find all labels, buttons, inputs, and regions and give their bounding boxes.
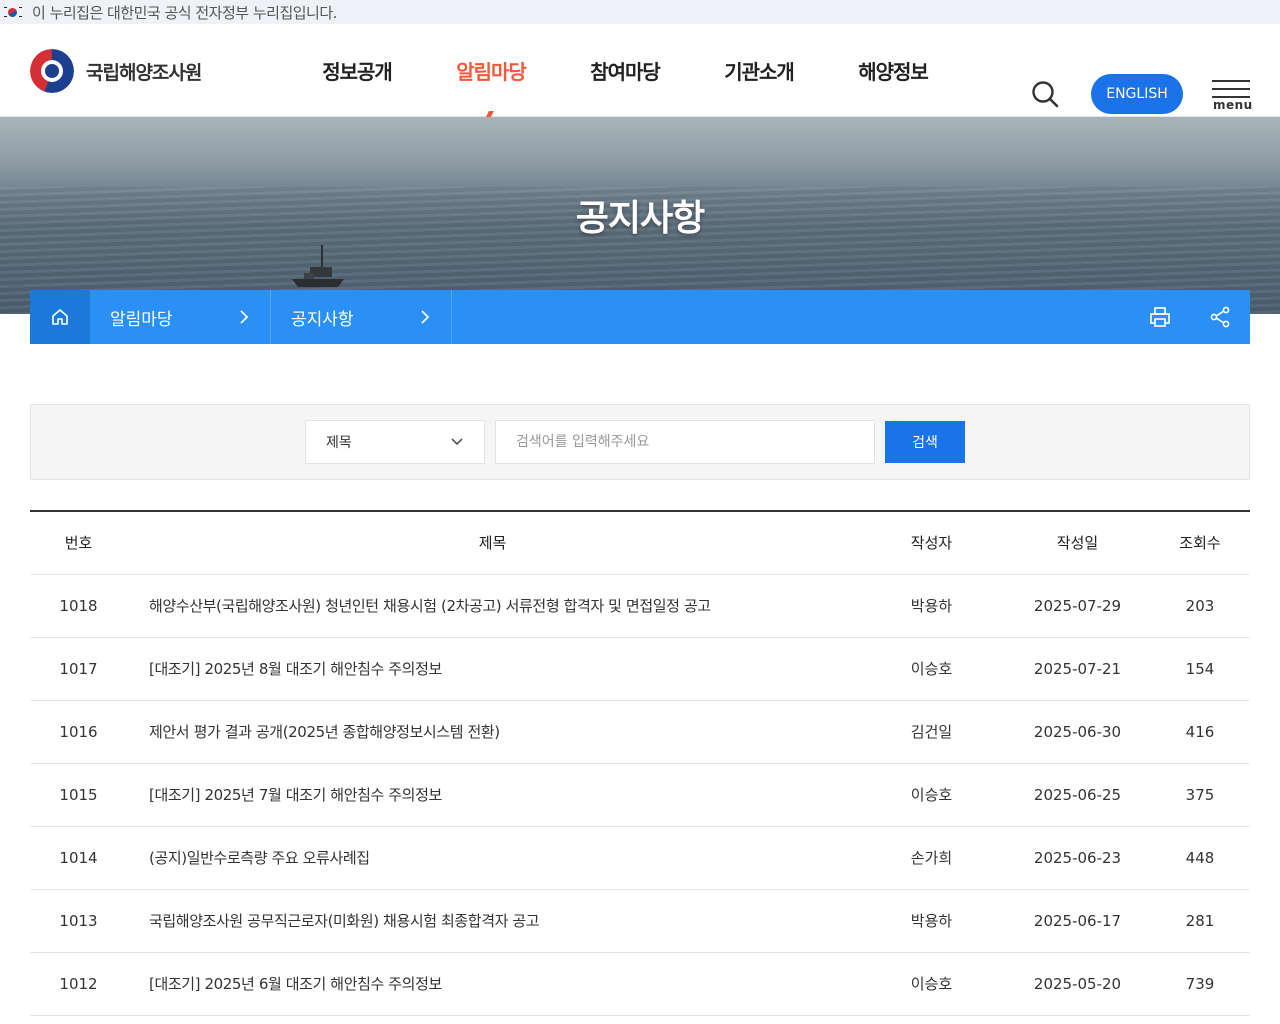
row-date: 2025-06-30 bbox=[1005, 700, 1150, 764]
row-author: 박용하 bbox=[858, 889, 1005, 953]
row-title-cell: 해양수산부(국립해양조사원) 청년인턴 채용시험 (2차공고) 서류전형 합격자… bbox=[127, 574, 858, 638]
gov-banner-text: 이 누리집은 대한민국 공식 전자정부 누리집입니다. bbox=[32, 3, 337, 22]
row-title-link[interactable]: [대조기] 2025년 7월 대조기 해안침수 주의정보 bbox=[149, 786, 442, 804]
row-date: 2025-06-17 bbox=[1005, 889, 1150, 953]
row-date: 2025-05-20 bbox=[1005, 952, 1150, 1016]
row-title-cell: 국립해양조사원 공무직근로자(미화원) 채용시험 최종합격자 공고 bbox=[127, 889, 858, 953]
search-field-select[interactable]: 제목 bbox=[305, 420, 485, 464]
row-date: 2025-07-21 bbox=[1005, 637, 1150, 701]
table-row: 1012 [대조기] 2025년 6월 대조기 해안침수 주의정보 이승호 20… bbox=[30, 952, 1250, 1016]
row-author: 이승호 bbox=[858, 952, 1005, 1016]
row-title-link[interactable]: 국립해양조사원 공무직근로자(미화원) 채용시험 최종합격자 공고 bbox=[149, 912, 540, 930]
nav-item-info-disclosure[interactable]: 정보공개 bbox=[290, 24, 424, 117]
table-header-row: 번호 제목 작성자 작성일 조회수 bbox=[30, 511, 1250, 575]
row-views: 739 bbox=[1150, 952, 1250, 1016]
table-row: 1015 [대조기] 2025년 7월 대조기 해안침수 주의정보 이승호 20… bbox=[30, 763, 1250, 827]
row-views: 281 bbox=[1150, 889, 1250, 953]
chevron-down-icon bbox=[240, 310, 249, 324]
site-header: 국립해양조사원 정보공개 알림마당 참여마당 기관소개 해양정보 ENGLISH… bbox=[0, 24, 1280, 123]
gov-banner: 이 누리집은 대한민국 공식 전자정부 누리집입니다. bbox=[0, 0, 1280, 24]
row-number: 1015 bbox=[30, 763, 127, 827]
korea-flag-icon bbox=[4, 5, 22, 19]
table-row: 1017 [대조기] 2025년 8월 대조기 해안침수 주의정보 이승호 20… bbox=[30, 637, 1250, 701]
row-title-link[interactable]: [대조기] 2025년 8월 대조기 해안침수 주의정보 bbox=[149, 660, 442, 678]
column-header-date: 작성일 bbox=[1005, 511, 1150, 575]
menu-button[interactable]: menu bbox=[1210, 78, 1253, 114]
table-row: 1014 (공지)일반수로측량 주요 오류사례집 손가희 2025-06-23 … bbox=[30, 826, 1250, 890]
row-author: 박용하 bbox=[858, 574, 1005, 638]
row-title-link[interactable]: [대조기] 2025년 6월 대조기 해안침수 주의정보 bbox=[149, 975, 442, 993]
menu-label: menu bbox=[1213, 98, 1253, 112]
table-row: 1016 제안서 평가 결과 공개(2025년 종합해양정보시스템 전환) 김건… bbox=[30, 700, 1250, 764]
share-icon[interactable] bbox=[1190, 290, 1250, 344]
row-number: 1014 bbox=[30, 826, 127, 890]
row-author: 이승호 bbox=[858, 763, 1005, 827]
row-date: 2025-06-23 bbox=[1005, 826, 1150, 890]
row-date: 2025-06-25 bbox=[1005, 763, 1150, 827]
gov-emblem-icon bbox=[30, 49, 74, 93]
row-views: 375 bbox=[1150, 763, 1250, 827]
column-header-title: 제목 bbox=[127, 511, 858, 575]
column-header-author: 작성자 bbox=[858, 511, 1005, 575]
logo-text: 국립해양조사원 bbox=[86, 61, 202, 84]
column-header-views: 조회수 bbox=[1150, 511, 1250, 575]
nav-item-label: 알림마당 bbox=[456, 60, 527, 84]
english-button[interactable]: ENGLISH bbox=[1091, 74, 1183, 114]
row-views: 448 bbox=[1150, 826, 1250, 890]
breadcrumb-item-notices[interactable]: 공지사항 bbox=[271, 290, 452, 344]
table-row: 1018 해양수산부(국립해양조사원) 청년인턴 채용시험 (2차공고) 서류전… bbox=[30, 574, 1250, 638]
row-author: 김건일 bbox=[858, 700, 1005, 764]
notice-table: 번호 제목 작성자 작성일 조회수 1018 해양수산부(국립해양조사원) 청년… bbox=[30, 510, 1250, 1016]
search-icon[interactable] bbox=[1030, 79, 1060, 109]
row-number: 1017 bbox=[30, 637, 127, 701]
table-row: 1013 국립해양조사원 공무직근로자(미화원) 채용시험 최종합격자 공고 박… bbox=[30, 889, 1250, 953]
row-title-link[interactable]: 해양수산부(국립해양조사원) 청년인턴 채용시험 (2차공고) 서류전형 합격자… bbox=[149, 597, 711, 615]
chevron-down-icon bbox=[421, 310, 430, 324]
row-title-link[interactable]: (공지)일반수로측량 주요 오류사례집 bbox=[149, 849, 370, 867]
search-field-value: 제목 bbox=[326, 435, 352, 451]
print-icon[interactable] bbox=[1130, 290, 1190, 344]
row-author: 이승호 bbox=[858, 637, 1005, 701]
row-title-cell: [대조기] 2025년 7월 대조기 해안침수 주의정보 bbox=[127, 763, 858, 827]
row-number: 1013 bbox=[30, 889, 127, 953]
boat-image bbox=[292, 245, 344, 287]
search-input[interactable] bbox=[495, 420, 875, 464]
hero-banner: 공지사항 bbox=[0, 117, 1280, 314]
row-number: 1018 bbox=[30, 574, 127, 638]
row-title-cell: [대조기] 2025년 6월 대조기 해안침수 주의정보 bbox=[127, 952, 858, 1016]
board-search-form: 제목 검색 bbox=[30, 404, 1250, 480]
chevron-down-icon bbox=[451, 438, 463, 446]
breadcrumb-label: 알림마당 bbox=[110, 309, 173, 330]
row-title-link[interactable]: 제안서 평가 결과 공개(2025년 종합해양정보시스템 전환) bbox=[149, 723, 500, 741]
row-views: 416 bbox=[1150, 700, 1250, 764]
breadcrumb-item-notice-board[interactable]: 알림마당 bbox=[90, 290, 271, 344]
row-number: 1016 bbox=[30, 700, 127, 764]
column-header-number: 번호 bbox=[30, 511, 127, 575]
row-views: 154 bbox=[1150, 637, 1250, 701]
home-icon[interactable] bbox=[30, 290, 90, 344]
page-title: 공지사항 bbox=[575, 198, 705, 239]
breadcrumb: 알림마당 공지사항 bbox=[30, 290, 1250, 344]
breadcrumb-label: 공지사항 bbox=[291, 309, 354, 330]
nav-item-about[interactable]: 기관소개 bbox=[692, 24, 826, 117]
row-views: 203 bbox=[1150, 574, 1250, 638]
site-logo[interactable]: 국립해양조사원 bbox=[30, 49, 202, 93]
main-nav: 정보공개 알림마당 참여마당 기관소개 해양정보 bbox=[290, 24, 960, 123]
row-title-cell: 제안서 평가 결과 공개(2025년 종합해양정보시스템 전환) bbox=[127, 700, 858, 764]
row-author: 손가희 bbox=[858, 826, 1005, 890]
nav-item-notices[interactable]: 알림마당 bbox=[424, 24, 558, 123]
row-number: 1012 bbox=[30, 952, 127, 1016]
nav-item-ocean-info[interactable]: 해양정보 bbox=[826, 24, 960, 117]
row-title-cell: [대조기] 2025년 8월 대조기 해안침수 주의정보 bbox=[127, 637, 858, 701]
search-button[interactable]: 검색 bbox=[885, 421, 965, 463]
row-title-cell: (공지)일반수로측량 주요 오류사례집 bbox=[127, 826, 858, 890]
row-date: 2025-07-29 bbox=[1005, 574, 1150, 638]
nav-item-participation[interactable]: 참여마당 bbox=[558, 24, 692, 117]
